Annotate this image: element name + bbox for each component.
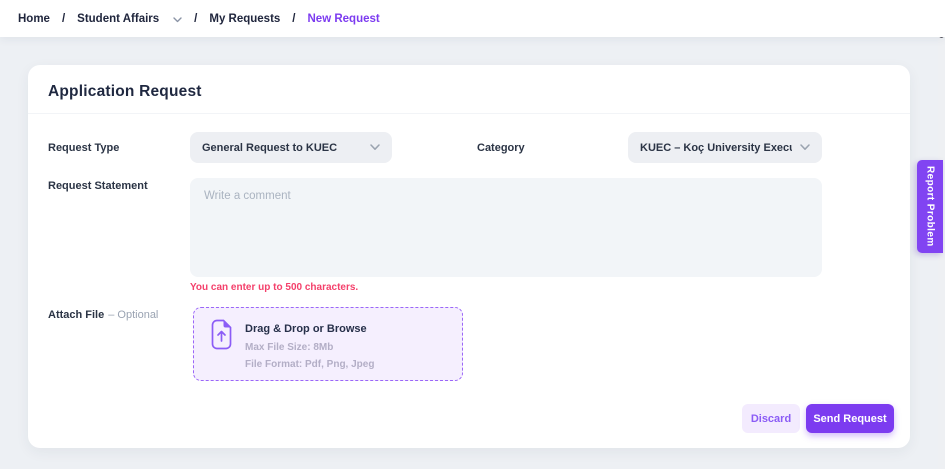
dropzone-title: Drag & Drop or Browse xyxy=(245,323,367,335)
optional-note: – Optional xyxy=(108,309,158,321)
chevron-down-icon xyxy=(800,144,810,151)
dropzone-max-size: Max File Size: 8Mb xyxy=(245,342,333,353)
breadcrumb: Home / Student Affairs / My Requests / N… xyxy=(18,13,380,25)
request-type-value: General Request to KUEC xyxy=(202,142,337,154)
top-bar: Home / Student Affairs / My Requests / N… xyxy=(0,0,945,37)
chevron-down-icon[interactable] xyxy=(173,17,182,23)
attach-file-label-text: Attach File xyxy=(48,309,104,321)
request-type-select[interactable]: General Request to KUEC xyxy=(190,132,392,163)
request-type-label: Request Type xyxy=(48,142,119,154)
application-request-card: Application Request Request Type General… xyxy=(28,65,910,448)
breadcrumb-separator: / xyxy=(292,13,295,25)
breadcrumb-my-requests[interactable]: My Requests xyxy=(209,13,280,25)
character-limit-helper: You can enter up to 500 characters. xyxy=(190,282,358,293)
breadcrumb-student-affairs[interactable]: Student Affairs xyxy=(77,13,159,25)
discard-button[interactable]: Discard xyxy=(742,404,800,433)
chevron-down-icon xyxy=(370,144,380,151)
category-label: Category xyxy=(477,142,525,154)
request-statement-label: Request Statement xyxy=(48,180,148,192)
breadcrumb-separator: / xyxy=(62,13,65,25)
divider xyxy=(28,113,910,114)
report-problem-tab[interactable]: Report Problem xyxy=(917,160,943,253)
send-request-button[interactable]: Send Request xyxy=(806,404,894,433)
category-select[interactable]: KUEC – Koç University Executive Cou... xyxy=(628,132,822,163)
category-value: KUEC – Koç University Executive Cou... xyxy=(640,142,792,154)
file-dropzone[interactable]: Drag & Drop or Browse Max File Size: 8Mb… xyxy=(193,307,463,381)
breadcrumb-home[interactable]: Home xyxy=(18,13,50,25)
attach-file-label: Attach File – Optional xyxy=(48,309,158,321)
request-statement-input[interactable] xyxy=(190,178,822,277)
dropzone-formats: File Format: Pdf, Png, Jpeg xyxy=(245,359,374,370)
page-title: Application Request xyxy=(48,83,202,101)
report-problem-label: Report Problem xyxy=(925,166,936,247)
breadcrumb-new-request[interactable]: New Request xyxy=(308,13,380,25)
breadcrumb-separator: / xyxy=(194,13,197,25)
file-upload-icon xyxy=(209,319,234,355)
